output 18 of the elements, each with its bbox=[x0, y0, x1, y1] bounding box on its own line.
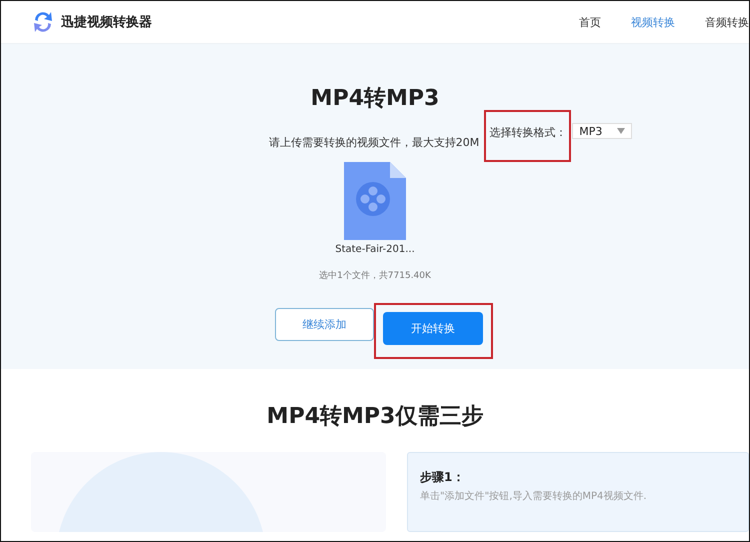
selection-summary: 选中1个文件，共7715.40K bbox=[319, 270, 431, 282]
upload-hint: 请上传需要转换的视频文件，最大支持20M bbox=[268, 135, 480, 150]
start-button[interactable]: 开始转换 bbox=[383, 312, 483, 345]
nav-link[interactable]: 视频转换 bbox=[631, 14, 675, 30]
nav-link[interactable]: 首页 bbox=[579, 14, 601, 30]
add-more-button[interactable]: 继续添加 bbox=[275, 308, 374, 340]
brand-name: 迅捷视频转换器 bbox=[61, 14, 152, 31]
section-title: MP4转MP3仅需三步 bbox=[266, 403, 484, 431]
nav-link[interactable]: 音频转换 bbox=[705, 14, 749, 30]
caret-icon bbox=[617, 128, 626, 134]
step-text: 单击"添加文件"按钮,导入需要转换的MP4视频文件. bbox=[420, 490, 648, 503]
step-title: 步骤1： bbox=[420, 469, 466, 486]
logo-icon bbox=[31, 10, 55, 34]
format-label: 选择转换格式： bbox=[489, 125, 566, 140]
page-title: MP4转MP3 bbox=[310, 85, 440, 113]
format-select[interactable]: MP3 bbox=[572, 123, 632, 139]
file-name: State-Fair-201... bbox=[335, 244, 415, 255]
video-file-icon bbox=[344, 162, 406, 240]
